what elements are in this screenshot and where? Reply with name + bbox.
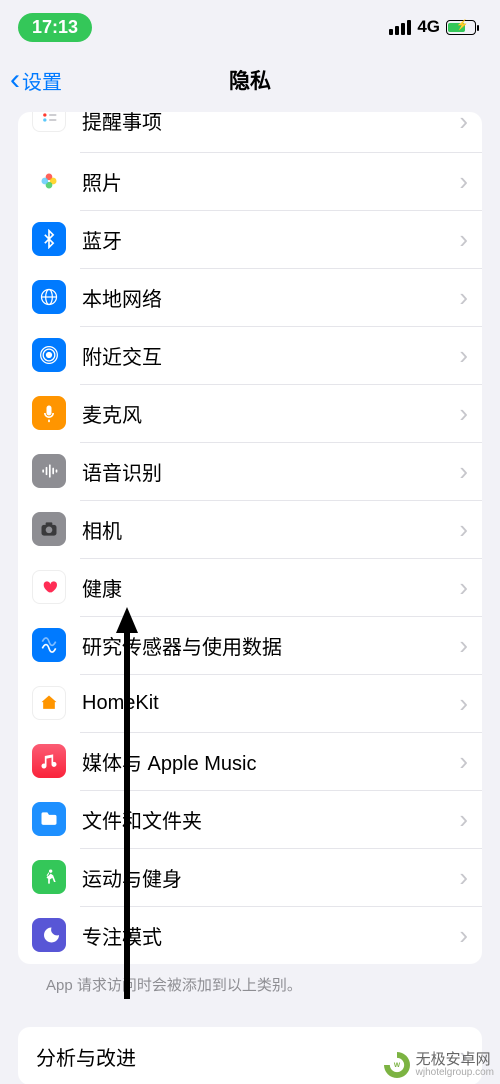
row-label: 研究传感器与使用数据 (82, 631, 459, 660)
watermark: 无极安卓网 wjhotelgroup.com (384, 1052, 494, 1078)
row-label: 专注模式 (82, 921, 459, 950)
chevron-right-icon: › (459, 688, 468, 719)
chevron-right-icon: › (459, 112, 468, 137)
row-label: 相机 (82, 515, 459, 544)
row-label: 照片 (82, 167, 459, 196)
row-local-network[interactable]: 本地网络› (18, 268, 482, 326)
status-right: 4G ⚡ (389, 17, 476, 37)
health-icon (32, 570, 66, 604)
row-label: 附近交互 (82, 341, 459, 370)
back-label: 设置 (22, 66, 62, 95)
row-label: 麦克风 (82, 399, 459, 428)
row-label: 文件和文件夹 (82, 805, 459, 834)
row-label: 媒体与 Apple Music (82, 747, 459, 776)
group-footer: App 请求访问时会被添加到以上类别。 (18, 964, 482, 1009)
row-nearby[interactable]: 附近交互› (18, 326, 482, 384)
focus-icon (32, 918, 66, 952)
files-icon (32, 802, 66, 836)
row-label: 本地网络 (82, 283, 459, 312)
watermark-en: wjhotelgroup.com (416, 1068, 494, 1079)
chevron-right-icon: › (459, 398, 468, 429)
camera-icon (32, 512, 66, 546)
row-label: 提醒事项 (82, 112, 459, 135)
chevron-right-icon: › (459, 340, 468, 371)
navigation-bar: ‹ 设置 隐私 (0, 54, 500, 106)
homekit-icon (32, 686, 66, 720)
row-focus[interactable]: 专注模式› (18, 906, 482, 964)
row-microphone[interactable]: 麦克风› (18, 384, 482, 442)
row-files[interactable]: 文件和文件夹› (18, 790, 482, 848)
row-speech[interactable]: 语音识别› (18, 442, 482, 500)
local-network-icon (32, 280, 66, 314)
research-icon (32, 628, 66, 662)
watermark-logo-icon (384, 1052, 410, 1078)
chevron-right-icon: › (459, 746, 468, 777)
privacy-group: 提醒事项›照片›蓝牙›本地网络›附近交互›麦克风›语音识别›相机›健康›研究传感… (18, 112, 482, 964)
chevron-right-icon: › (459, 514, 468, 545)
row-label: 蓝牙 (82, 225, 459, 254)
chevron-right-icon: › (459, 166, 468, 197)
row-photos[interactable]: 照片› (18, 152, 482, 210)
back-button[interactable]: ‹ 设置 (0, 65, 62, 95)
watermark-cn: 无极安卓网 (416, 1052, 494, 1068)
fitness-icon (32, 860, 66, 894)
battery-icon: ⚡ (446, 20, 476, 35)
bluetooth-icon (32, 222, 66, 256)
row-research[interactable]: 研究传感器与使用数据› (18, 616, 482, 674)
row-label: 语音识别 (82, 457, 459, 486)
row-camera[interactable]: 相机› (18, 500, 482, 558)
row-bluetooth[interactable]: 蓝牙› (18, 210, 482, 268)
row-label: 健康 (82, 573, 459, 602)
cellular-signal-icon (389, 20, 411, 35)
chevron-right-icon: › (459, 282, 468, 313)
chevron-right-icon: › (459, 920, 468, 951)
status-bar: 17:13 4G ⚡ (0, 0, 500, 54)
chevron-right-icon: › (459, 224, 468, 255)
nearby-icon (32, 338, 66, 372)
chevron-left-icon: ‹ (10, 65, 20, 95)
microphone-icon (32, 396, 66, 430)
reminders-icon (32, 112, 66, 132)
speech-icon (32, 454, 66, 488)
chevron-right-icon: › (459, 862, 468, 893)
chevron-right-icon: › (459, 804, 468, 835)
page-title: 隐私 (0, 65, 500, 95)
chevron-right-icon: › (459, 572, 468, 603)
music-icon (32, 744, 66, 778)
row-health[interactable]: 健康› (18, 558, 482, 616)
photos-icon (32, 164, 66, 198)
row-label: 运动与健身 (82, 863, 459, 892)
settings-list[interactable]: 提醒事项›照片›蓝牙›本地网络›附近交互›麦克风›语音识别›相机›健康›研究传感… (0, 112, 500, 1084)
row-media[interactable]: 媒体与 Apple Music› (18, 732, 482, 790)
chevron-right-icon: › (459, 630, 468, 661)
row-reminders[interactable]: 提醒事项› (18, 112, 482, 152)
status-time: 17:13 (18, 13, 92, 42)
row-homekit[interactable]: HomeKit› (18, 674, 482, 732)
chevron-right-icon: › (459, 456, 468, 487)
network-type: 4G (417, 17, 440, 37)
row-label: HomeKit (82, 692, 459, 715)
row-fitness[interactable]: 运动与健身› (18, 848, 482, 906)
